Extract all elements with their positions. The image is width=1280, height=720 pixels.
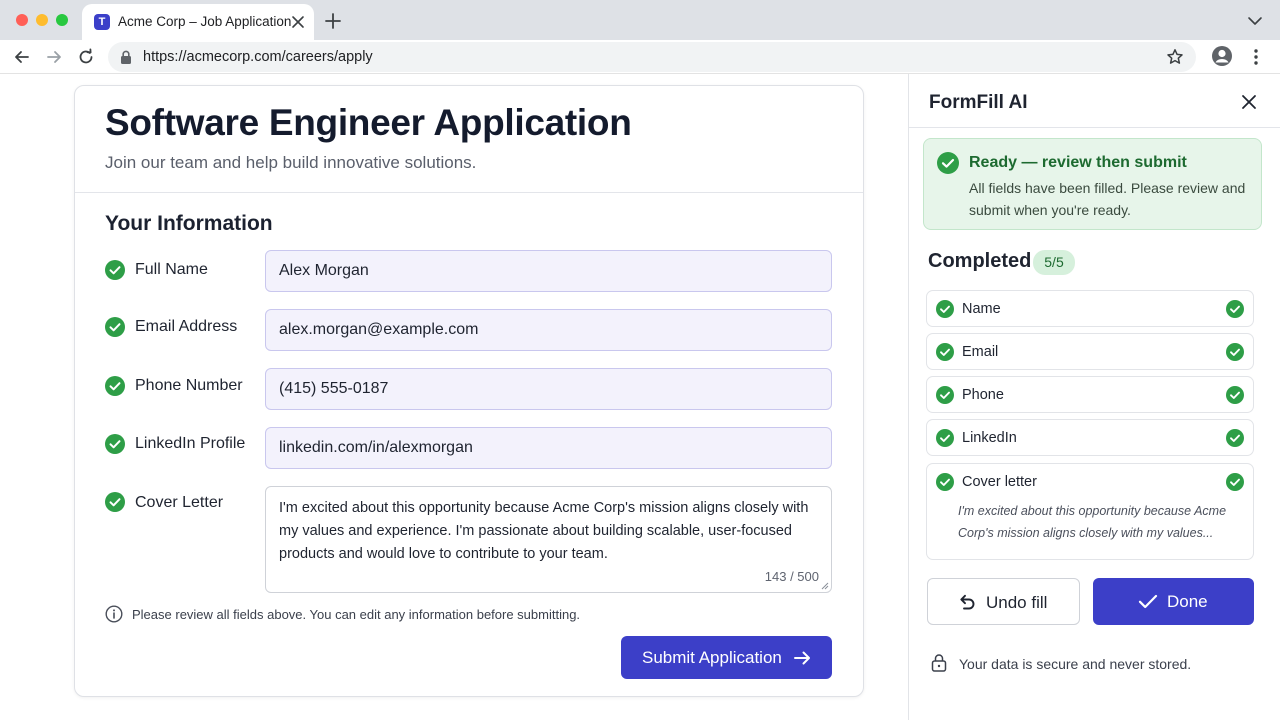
- lock-icon: [121, 50, 131, 64]
- completed-item-label: Cover letter: [962, 474, 1037, 490]
- padlock-icon: [931, 654, 947, 672]
- browser-titlebar: T Acme Corp – Job Application: [0, 0, 1280, 40]
- back-icon[interactable]: [12, 47, 32, 67]
- full-name-label: Full Name: [135, 261, 208, 278]
- email-input[interactable]: [265, 309, 832, 351]
- check-circle-icon: [1226, 473, 1244, 491]
- completed-item-label: LinkedIn: [962, 430, 1017, 446]
- undo-fill-button[interactable]: Undo fill: [927, 578, 1080, 625]
- completed-item-name[interactable]: Name: [926, 290, 1254, 327]
- favicon-icon: T: [94, 14, 110, 30]
- forward-icon[interactable]: [44, 47, 64, 67]
- check-circle-icon: [936, 343, 954, 361]
- check-circle-icon: [105, 492, 125, 512]
- undo-icon: [960, 594, 975, 610]
- check-circle-icon: [936, 386, 954, 404]
- window-close-dot[interactable]: [16, 14, 28, 26]
- formfill-panel: FormFill AI Ready — review then submit A…: [908, 74, 1280, 720]
- full-name-input[interactable]: [265, 250, 832, 292]
- check-circle-icon: [1226, 343, 1244, 361]
- cover-letter-preview: I'm excited about this opportunity becau…: [958, 504, 1227, 540]
- url-text[interactable]: https://acmecorp.com/careers/apply: [143, 49, 373, 65]
- check-circle-icon: [1226, 386, 1244, 404]
- check-circle-icon: [105, 260, 125, 280]
- done-label: Done: [1167, 592, 1208, 611]
- divider: [75, 192, 863, 193]
- window-minimize-dot[interactable]: [36, 14, 48, 26]
- completed-heading: Completed: [928, 250, 1032, 272]
- window-maximize-dot[interactable]: [56, 14, 68, 26]
- review-note: Please review all fields above. You can …: [132, 607, 581, 622]
- browser-tab[interactable]: T Acme Corp – Job Application: [82, 4, 314, 40]
- linkedin-input[interactable]: [265, 427, 832, 469]
- section-title: Your Information: [105, 212, 273, 235]
- status-banner: Ready — review then submit All fields ha…: [923, 138, 1262, 230]
- completed-item-label: Phone: [962, 387, 1004, 403]
- panel-title: FormFill AI: [929, 92, 1028, 113]
- completed-item-linkedin[interactable]: LinkedIn: [926, 419, 1254, 456]
- page-subtitle: Join our team and help build innovative …: [105, 153, 477, 172]
- divider: [909, 127, 1280, 128]
- status-title: Ready — review then submit: [969, 154, 1187, 171]
- linkedin-label: LinkedIn Profile: [135, 435, 246, 452]
- check-circle-icon: [936, 300, 954, 318]
- cover-letter-text[interactable]: I'm excited about this opportunity becau…: [279, 497, 814, 566]
- profile-icon[interactable]: [1211, 45, 1233, 67]
- email-label: Email Address: [135, 318, 238, 335]
- application-form-card: Software Engineer Application Join our t…: [74, 85, 864, 697]
- status-description: All fields have been filled. Please revi…: [969, 180, 1246, 218]
- completed-item-cover-letter[interactable]: Cover letter I'm excited about this oppo…: [926, 463, 1254, 560]
- menu-icon[interactable]: [1248, 47, 1264, 67]
- check-circle-icon: [105, 317, 125, 337]
- tab-close-icon[interactable]: [289, 13, 307, 31]
- done-button[interactable]: Done: [1093, 578, 1254, 625]
- completed-item-phone[interactable]: Phone: [926, 376, 1254, 413]
- security-note: Your data is secure and never stored.: [959, 656, 1192, 672]
- check-circle-icon: [1226, 429, 1244, 447]
- checkmark-icon: [1138, 594, 1158, 609]
- check-circle-icon: [936, 473, 954, 491]
- arrow-right-icon: [794, 651, 810, 665]
- completed-count-badge: 5/5: [1033, 250, 1075, 275]
- page-title: Software Engineer Application: [105, 102, 632, 143]
- info-icon: [105, 605, 123, 623]
- new-tab-icon[interactable]: [323, 11, 343, 31]
- check-circle-icon: [105, 376, 125, 396]
- submit-application-button[interactable]: Submit Application: [621, 636, 832, 679]
- character-count: 143 / 500: [764, 569, 819, 584]
- tab-title: Acme Corp – Job Application: [118, 14, 292, 29]
- cover-letter-label: Cover Letter: [135, 494, 224, 511]
- browser-toolbar: https://acmecorp.com/careers/apply: [0, 40, 1280, 74]
- address-bar[interactable]: https://acmecorp.com/careers/apply: [108, 42, 1196, 72]
- chevron-down-icon[interactable]: [1246, 12, 1264, 30]
- resize-handle-icon[interactable]: [821, 582, 829, 590]
- completed-item-label: Email: [962, 344, 999, 360]
- check-circle-icon: [937, 152, 959, 174]
- phone-label: Phone Number: [135, 377, 243, 394]
- cover-letter-textarea[interactable]: I'm excited about this opportunity becau…: [265, 486, 832, 593]
- check-circle-icon: [1226, 300, 1244, 318]
- reload-icon[interactable]: [76, 47, 96, 67]
- completed-item-email[interactable]: Email: [926, 333, 1254, 370]
- check-circle-icon: [936, 429, 954, 447]
- completed-item-label: Name: [962, 301, 1001, 317]
- check-circle-icon: [105, 434, 125, 454]
- undo-label: Undo fill: [986, 593, 1048, 612]
- close-icon[interactable]: [1240, 93, 1258, 111]
- star-icon[interactable]: [1166, 48, 1184, 66]
- phone-input[interactable]: [265, 368, 832, 410]
- submit-label: Submit Application: [642, 648, 782, 667]
